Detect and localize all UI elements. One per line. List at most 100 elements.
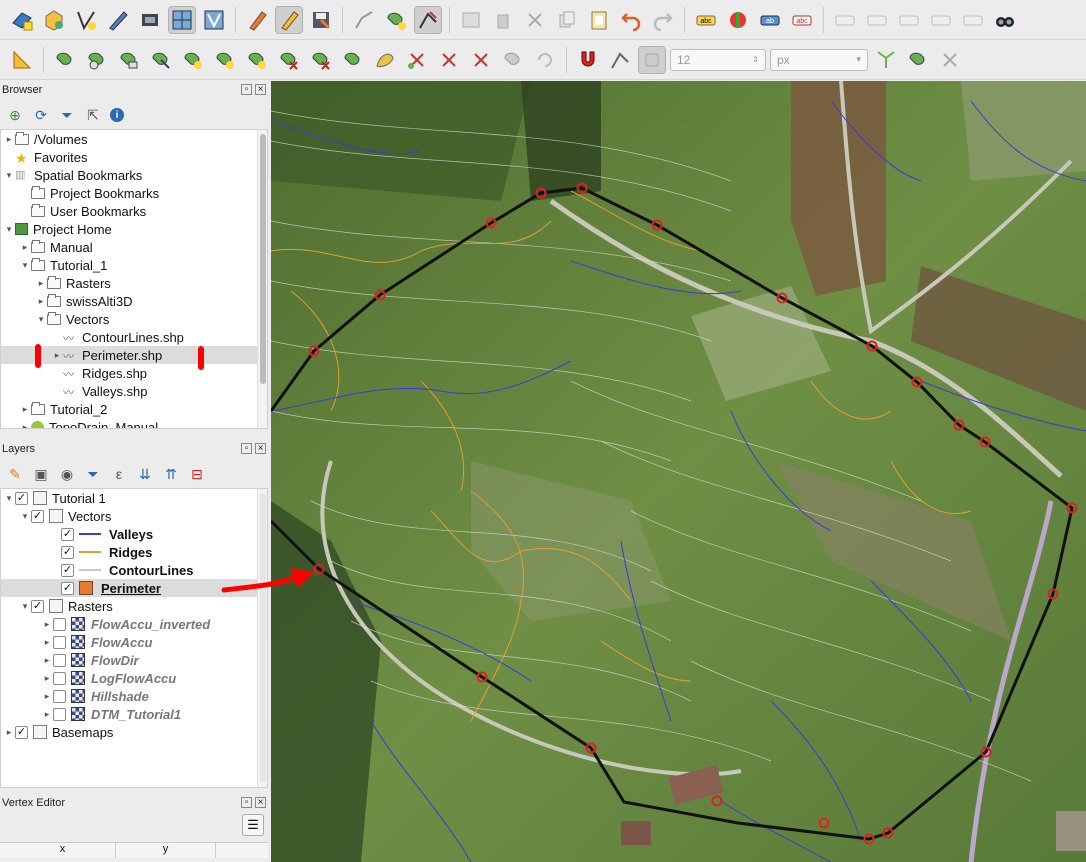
tree-item-topodrain-manual[interactable]: ▸ TopoDrain_Manual: [1, 418, 267, 428]
checkbox[interactable]: ✓: [15, 491, 28, 505]
label-abc-icon[interactable]: abc: [692, 6, 720, 34]
close-icon[interactable]: ×: [255, 84, 266, 95]
gps-icon[interactable]: [136, 6, 164, 34]
plugin-binoculars-icon[interactable]: [991, 6, 1019, 34]
layer-valleys[interactable]: ✓ Valleys: [1, 525, 267, 543]
delete-part-icon[interactable]: [275, 46, 303, 74]
tree-item-project-home[interactable]: ▾ Project Home: [1, 220, 267, 238]
checkbox[interactable]: [53, 707, 66, 721]
split-parts-icon[interactable]: [435, 46, 463, 74]
filter-expression-icon[interactable]: ε: [110, 465, 128, 483]
pin-label-icon[interactable]: [831, 6, 859, 34]
checkbox[interactable]: ✓: [31, 599, 44, 613]
simplify-icon[interactable]: [339, 46, 367, 74]
move-label-icon[interactable]: [895, 6, 923, 34]
tree-item-swissalti3d[interactable]: ▸ swissAlti3D: [1, 292, 267, 310]
change-label-icon[interactable]: [959, 6, 987, 34]
toggle-editing-icon[interactable]: [275, 5, 303, 34]
add-group-icon[interactable]: ▣: [32, 465, 50, 483]
visibility-eye-icon[interactable]: ◉: [58, 465, 76, 483]
snapping-type-icon[interactable]: [638, 45, 666, 74]
layer-labeling-icon[interactable]: ab: [756, 6, 784, 34]
style-brush-icon[interactable]: ✎: [6, 465, 24, 483]
merge-attributes-icon[interactable]: [467, 46, 495, 74]
digitize-vertex-icon[interactable]: [72, 6, 100, 34]
add-polygon-icon[interactable]: [382, 6, 410, 34]
layer-ridges[interactable]: ✓ Ridges: [1, 543, 267, 561]
rotate-label-icon[interactable]: [927, 6, 955, 34]
split-features-icon[interactable]: [403, 46, 431, 74]
redo-icon[interactable]: [649, 6, 677, 34]
tree-item-spatial-bookmarks[interactable]: ▾ ▥ Spatial Bookmarks: [1, 166, 267, 184]
tree-item-vectors[interactable]: ▾ Vectors: [1, 310, 267, 328]
vertex-tool-icon[interactable]: [414, 5, 442, 34]
layer-flowaccu-inverted[interactable]: ▸ FlowAccu_inverted: [1, 615, 267, 633]
pen-icon[interactable]: [104, 6, 132, 34]
checkbox[interactable]: ✓: [61, 563, 74, 577]
tree-item-valleys-shp[interactable]: 〰 Valleys.shp: [1, 382, 267, 400]
tree-item-tutorial-2[interactable]: ▸ Tutorial_2: [1, 400, 267, 418]
collapse-all-icon[interactable]: ⇈: [162, 465, 180, 483]
reshape-icon[interactable]: [115, 46, 143, 74]
layer-flowaccu[interactable]: ▸ FlowAccu: [1, 633, 267, 651]
float-icon[interactable]: ▫: [241, 84, 252, 95]
checkbox[interactable]: [53, 635, 66, 649]
remove-layer-icon[interactable]: ⊟: [188, 465, 206, 483]
checkbox[interactable]: ✓: [31, 509, 44, 523]
close-icon[interactable]: ×: [255, 443, 266, 454]
modify-attributes-icon[interactable]: [457, 6, 485, 34]
checkbox[interactable]: [53, 689, 66, 703]
layer-flowdir[interactable]: ▸ FlowDir: [1, 651, 267, 669]
layer-dtm-tutorial1[interactable]: ▸ DTM_Tutorial1: [1, 705, 267, 723]
merge-icon[interactable]: [371, 46, 399, 74]
select-grid-icon[interactable]: [168, 5, 196, 34]
float-icon[interactable]: ▫: [241, 797, 252, 808]
checkbox[interactable]: ✓: [15, 725, 28, 739]
measure-angle-icon[interactable]: [8, 46, 36, 74]
tree-item-tutorial-1[interactable]: ▾ Tutorial_1: [1, 256, 267, 274]
column-y[interactable]: y: [116, 843, 216, 858]
float-icon[interactable]: ▫: [241, 443, 252, 454]
layer-logflowaccu[interactable]: ▸ LogFlowAccu: [1, 669, 267, 687]
show-hide-label-icon[interactable]: [863, 6, 891, 34]
tree-item-favorites[interactable]: ★ Favorites: [1, 148, 267, 167]
tree-item-user-bookmarks[interactable]: User Bookmarks: [1, 202, 267, 220]
info-icon[interactable]: i: [110, 108, 124, 122]
tree-item-contourlines-shp[interactable]: 〰 ContourLines.shp: [1, 328, 267, 346]
tree-item-project-bookmarks[interactable]: Project Bookmarks: [1, 184, 267, 202]
topological-editing-icon[interactable]: [872, 46, 900, 74]
rotate-feature-icon[interactable]: [83, 46, 111, 74]
filter-icon[interactable]: ⏷: [58, 106, 76, 124]
paste-icon[interactable]: [585, 6, 613, 34]
checkbox[interactable]: [53, 671, 66, 685]
expand-all-icon[interactable]: ⇊: [136, 465, 154, 483]
fill-ring-icon[interactable]: [179, 46, 207, 74]
delete-hole-icon[interactable]: [307, 46, 335, 74]
layer-group-tutorial-1[interactable]: ▾ ✓ Tutorial 1: [1, 489, 267, 507]
add-selected-icon[interactable]: ⊕: [6, 106, 24, 124]
refresh-icon[interactable]: ⟳: [32, 106, 50, 124]
tree-item-volumes[interactable]: ▸/Volumes: [1, 130, 267, 148]
snapping-unit-select[interactable]: px ▾: [770, 48, 868, 71]
undo-icon[interactable]: [617, 6, 645, 34]
delete-ring-icon[interactable]: [243, 46, 271, 74]
add-ring-icon[interactable]: [51, 46, 79, 74]
checkbox[interactable]: ✓: [61, 545, 74, 559]
browser-scrollbar[interactable]: [257, 130, 267, 428]
label-style-icon[interactable]: [724, 6, 752, 34]
layer-hillshade[interactable]: ▸ Hillshade: [1, 687, 267, 705]
map-rendering[interactable]: [271, 81, 1086, 862]
filter-legend-icon[interactable]: ⏷: [84, 465, 102, 483]
map-canvas[interactable]: [271, 81, 1086, 862]
checkbox[interactable]: ✓: [61, 527, 74, 541]
tree-item-ridges-shp[interactable]: 〰 Ridges.shp: [1, 364, 267, 382]
label-red-icon[interactable]: abc: [788, 6, 816, 34]
copy-icon[interactable]: [553, 6, 581, 34]
options-menu-button[interactable]: ☰: [242, 814, 264, 836]
redo-disabled-icon[interactable]: [531, 46, 559, 74]
open-data-icon[interactable]: [40, 6, 68, 34]
collapse-all-icon[interactable]: ⇱: [84, 106, 102, 124]
layers-scrollbar[interactable]: [257, 489, 267, 787]
magnet-snapping-icon[interactable]: [574, 46, 602, 74]
new-layer-icon[interactable]: [8, 6, 36, 34]
